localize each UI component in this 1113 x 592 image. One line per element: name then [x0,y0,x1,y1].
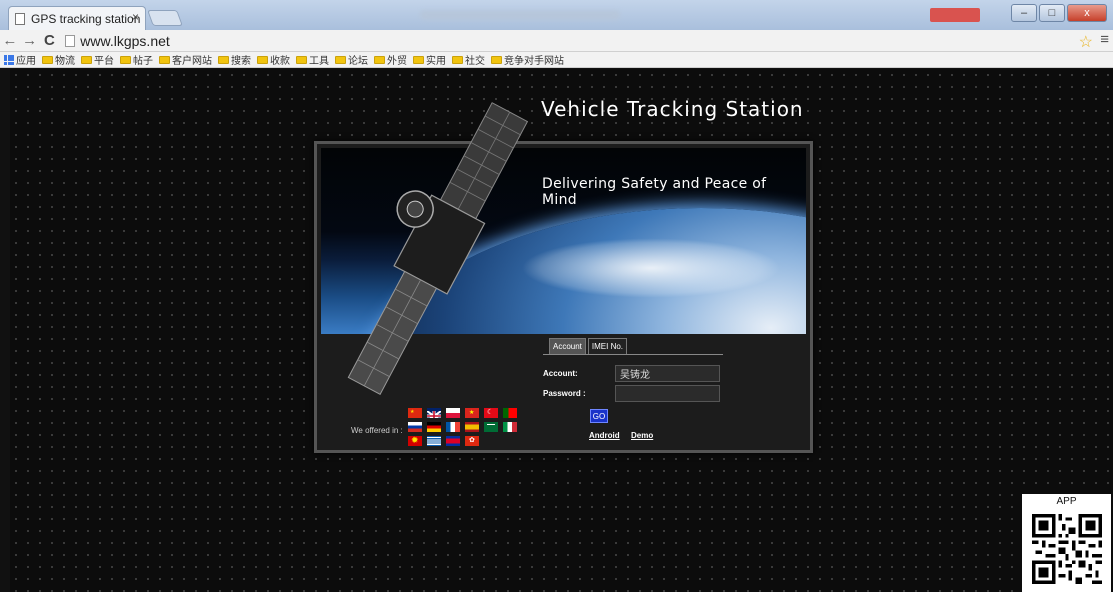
maximize-button[interactable]: □ [1039,4,1065,22]
russia-flag-icon[interactable] [408,422,422,432]
url-field[interactable]: www.lkgps.net [65,32,1113,50]
back-icon[interactable]: ← [0,32,20,49]
bookmark-folder[interactable]: 搜索 [218,52,251,67]
bookmark-label: 物流 [55,56,75,67]
account-label: Account: [543,369,578,378]
password-label: Password : [543,389,586,398]
bookmark-label: 客户网站 [172,56,212,67]
turkey-flag-icon[interactable]: ☾ [484,408,498,418]
bookmark-folder[interactable]: 物流 [42,52,75,67]
tab-account[interactable]: Account [549,338,586,355]
minimize-button[interactable]: – [1011,4,1037,22]
apps-grid-icon [4,54,14,65]
bookmark-folder[interactable]: 论坛 [335,52,368,67]
bookmark-label: 实用 [426,56,446,67]
close-window-button[interactable]: x [1067,4,1107,22]
tab-title: GPS tracking station [31,11,141,26]
reload-icon[interactable]: C [40,32,60,49]
greece-flag-icon[interactable] [427,436,441,446]
browser-titlebar: GPS tracking station × – □ x [0,0,1113,30]
folder-icon [491,55,502,64]
language-flags: ★ ★ ☾ ✹ ✿ [408,408,517,446]
bookmark-folder[interactable]: 竞争对手网站 [491,52,564,67]
menu-icon[interactable]: ≡ [1100,31,1109,48]
bookmark-label: 论坛 [348,56,368,67]
password-input[interactable] [615,385,720,402]
login-tabs: Account IMEI No. [549,338,628,355]
forward-icon[interactable]: → [20,32,40,49]
browser-tab[interactable]: GPS tracking station × [8,6,146,30]
spain-flag-icon[interactable] [465,422,479,432]
page-icon [15,12,25,25]
china-flag-icon[interactable]: ★ [408,408,422,418]
address-bar: ← → C www.lkgps.net ☆ ≡ [0,30,1113,52]
window-controls: – □ x [1011,4,1107,22]
folder-icon [218,55,229,64]
bookmark-apps[interactable]: 应用 [4,52,36,67]
android-link[interactable]: Android [589,431,620,440]
folder-icon [452,55,463,64]
bookmark-folder[interactable]: 收款 [257,52,290,67]
italy-flag-icon[interactable] [503,422,517,432]
qr-label: APP [1056,496,1077,507]
go-button[interactable]: GO [590,409,608,423]
france-flag-icon[interactable] [446,422,460,432]
page-title: Vehicle Tracking Station [541,97,804,121]
poland-flag-icon[interactable] [446,408,460,418]
new-tab-button[interactable] [147,10,183,26]
bookmark-label: 社交 [465,56,485,67]
folder-icon [81,55,92,64]
folder-icon [413,55,424,64]
uk-flag-icon[interactable] [427,408,441,418]
cambodia-flag-icon[interactable] [446,436,460,446]
macedonia-flag-icon[interactable]: ✹ [408,436,422,446]
bookmarks-bar: 应用 物流 平台 帖子 客户网站 搜索 收款 工具 论坛 外贸 实用 社交 竞争… [0,52,1113,68]
bookmark-label: 应用 [16,56,36,67]
bookmark-label: 搜索 [231,56,251,67]
vietnam-flag-icon[interactable]: ★ [465,408,479,418]
bookmark-label: 帖子 [133,56,153,67]
app-qr-box: APP [1022,494,1111,592]
offered-in-label: We offered in : [351,426,403,435]
folder-icon [296,55,307,64]
bookmark-star-icon[interactable]: ☆ [1079,32,1093,52]
tab-divider [543,354,723,355]
germany-flag-icon[interactable] [427,422,441,432]
login-form: Account IMEI No. Account: Password : GO … [321,334,806,448]
url-text: www.lkgps.net [80,32,170,49]
login-panel: Delivering Safety and Peace of Mind Acco… [314,102,813,453]
bookmark-label: 工具 [309,56,329,67]
bookmark-folder[interactable]: 工具 [296,52,329,67]
qr-code-icon[interactable] [1032,512,1102,586]
portugal-flag-icon[interactable] [503,408,517,418]
bookmark-folder[interactable]: 客户网站 [159,52,212,67]
hongkong-flag-icon[interactable]: ✿ [465,436,479,446]
bookmark-label: 收款 [270,56,290,67]
tab-close-icon[interactable]: × [132,10,139,24]
bookmark-folder[interactable]: 实用 [413,52,446,67]
demo-link[interactable]: Demo [631,431,653,440]
saudi-flag-icon[interactable] [484,422,498,432]
bookmark-folder[interactable]: 平台 [81,52,114,67]
account-input[interactable] [615,365,720,382]
folder-icon [374,55,385,64]
window-title-blurred [420,10,620,20]
folder-icon [335,55,346,64]
tagline: Delivering Safety and Peace of Mind [542,176,767,208]
bookmark-label: 平台 [94,56,114,67]
folder-icon [257,55,268,64]
folder-icon [120,55,131,64]
folder-icon [159,55,170,64]
bookmark-folder[interactable]: 外贸 [374,52,407,67]
bookmark-label: 竞争对手网站 [504,56,564,67]
page-content: Vehicle Tracking Station Delivering Safe… [10,69,1113,592]
window-badge [930,8,980,22]
bookmark-folder[interactable]: 社交 [452,52,485,67]
bookmark-folder[interactable]: 帖子 [120,52,153,67]
tab-imei[interactable]: IMEI No. [587,338,628,355]
folder-icon [42,55,53,64]
bookmark-label: 外贸 [387,56,407,67]
page-icon [65,34,76,47]
